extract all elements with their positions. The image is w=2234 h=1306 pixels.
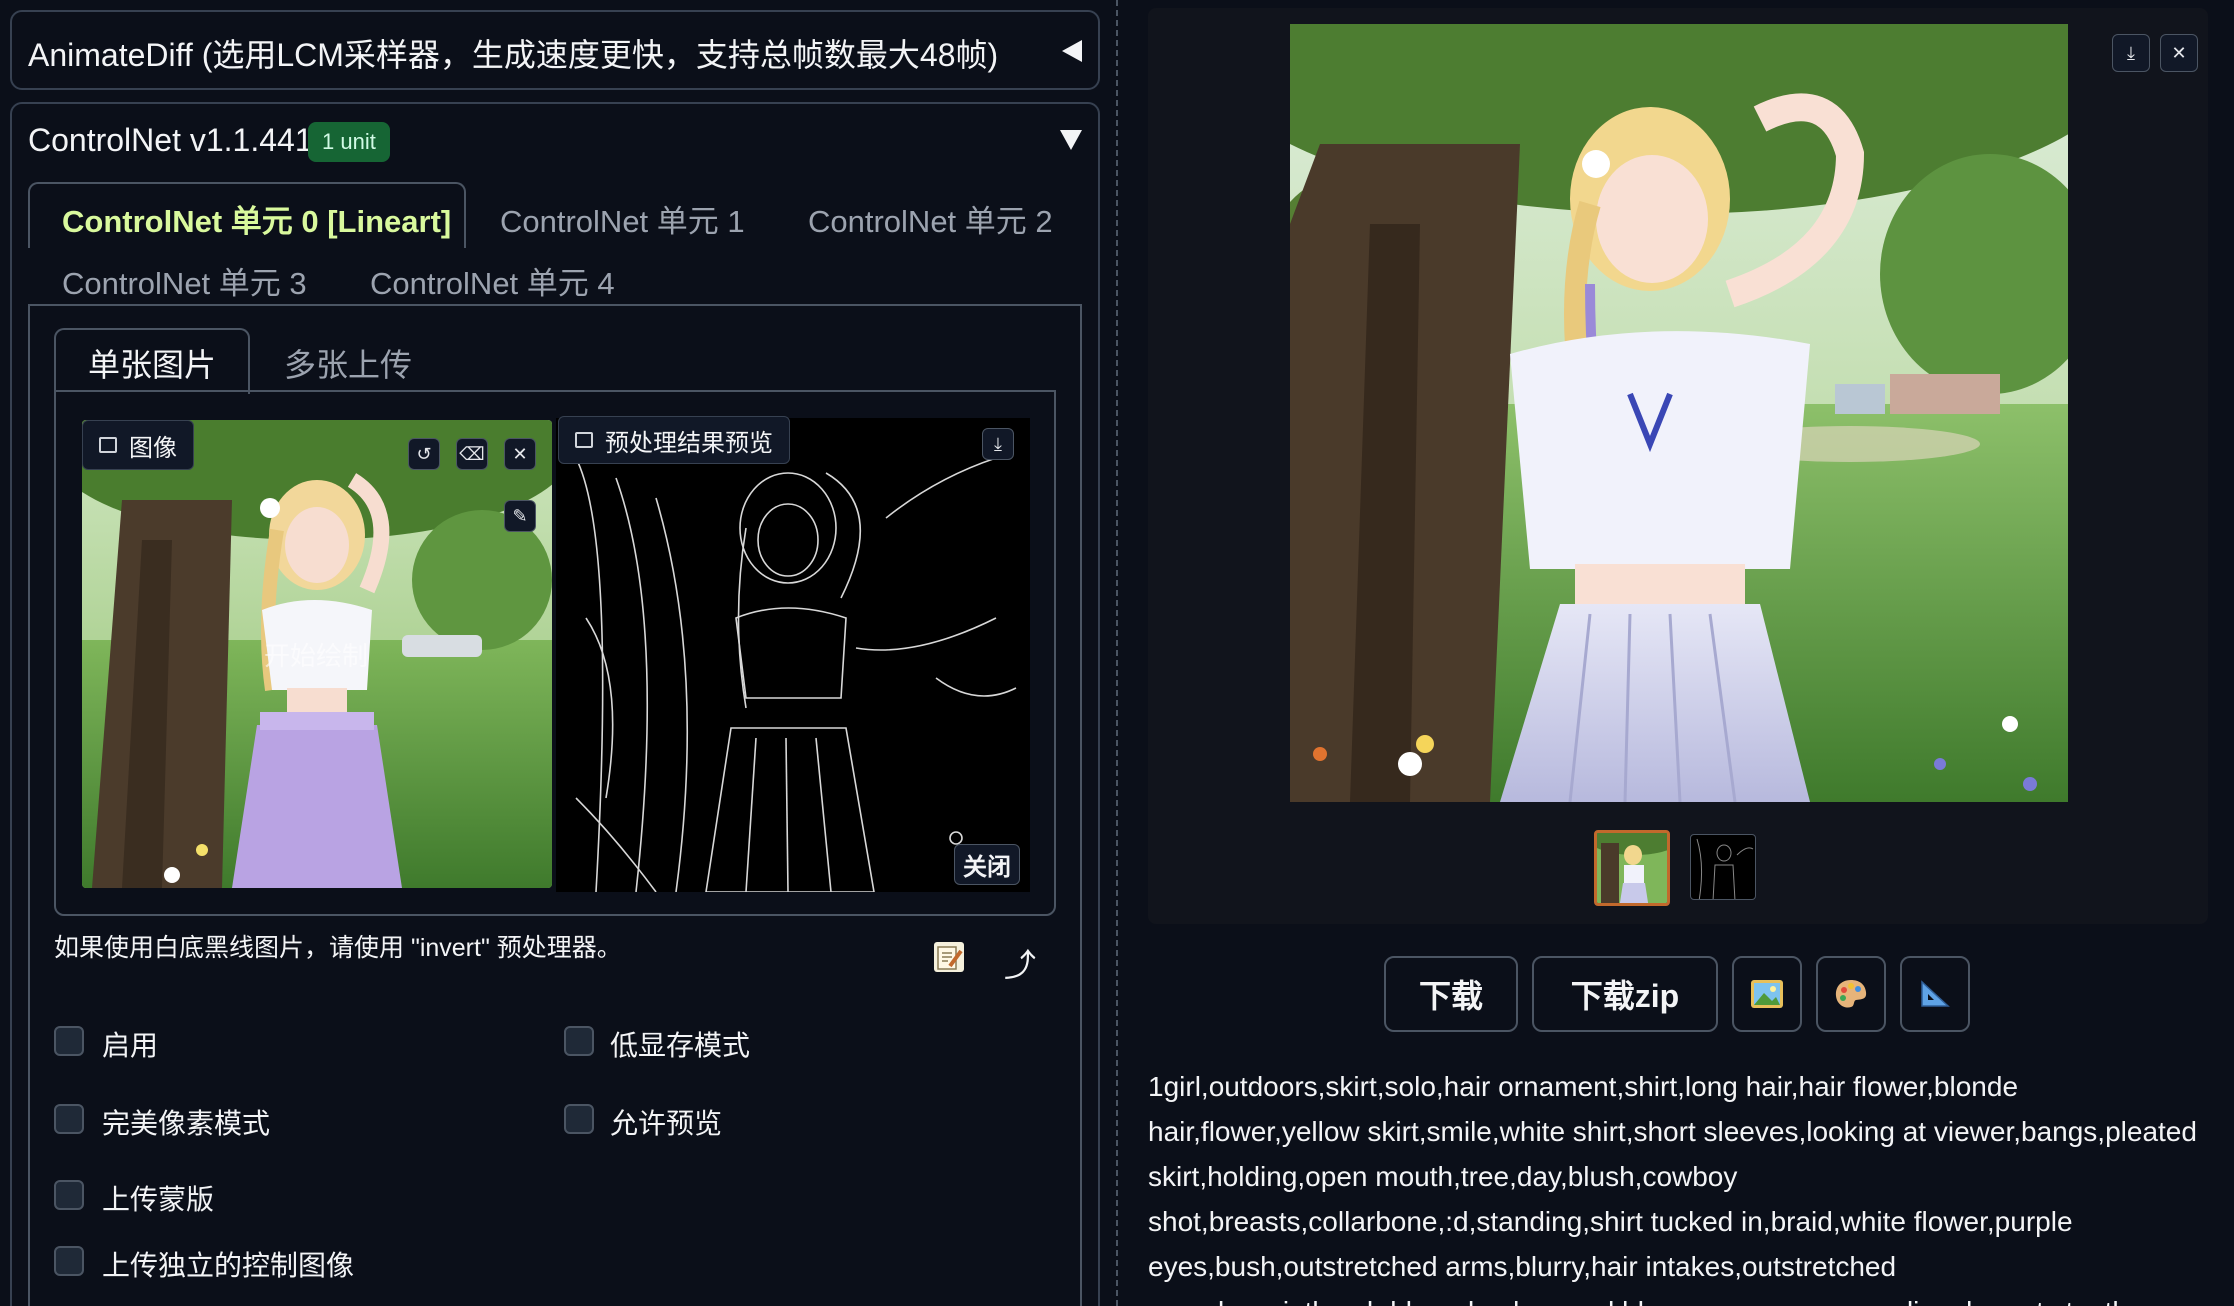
download-button[interactable]: 下载: [1384, 956, 1518, 1032]
upload-mask-label: 上传蒙版: [102, 1184, 215, 1215]
undo-icon[interactable]: ↺: [408, 438, 440, 470]
close-icon[interactable]: ✕: [2160, 34, 2198, 72]
enable-checkbox[interactable]: [54, 1026, 84, 1056]
download-zip-button[interactable]: 下载zip: [1532, 956, 1718, 1032]
collapse-left-icon[interactable]: [1062, 40, 1082, 62]
enable-label: 启用: [102, 1030, 159, 1061]
tab-unit-3[interactable]: ControlNet 单元 3: [62, 258, 307, 303]
pixel-perfect-checkbox[interactable]: [54, 1104, 84, 1134]
tab-unit-1[interactable]: ControlNet 单元 1: [500, 196, 745, 241]
panel-divider: [1116, 0, 1118, 1306]
image-icon: [575, 432, 593, 448]
brush-icon[interactable]: ✎: [504, 500, 536, 532]
unit-panel-left-border: [28, 304, 30, 1306]
thumbnail-illustration: [1597, 833, 1667, 903]
preprocessor-preview-image: [556, 418, 1030, 892]
tab-unit-0[interactable]: ControlNet 单元 0 [Lineart]: [62, 196, 451, 241]
tab-unit-2[interactable]: ControlNet 单元 2: [808, 196, 1053, 241]
edit-icon[interactable]: [934, 942, 964, 972]
image-label: 图像: [82, 420, 194, 470]
independent-control-image-checkbox[interactable]: [54, 1246, 84, 1276]
close-icon[interactable]: ✕: [504, 438, 536, 470]
preview-label: 预处理结果预览: [558, 416, 790, 464]
subtab-batch-upload[interactable]: 多张上传: [284, 340, 412, 386]
low-vram-checkbox[interactable]: [564, 1026, 594, 1056]
output-image-illustration: [1290, 24, 2068, 802]
upload-mask-checkbox[interactable]: [54, 1180, 84, 1210]
image-icon: [99, 437, 117, 453]
expand-down-icon[interactable]: [1060, 130, 1082, 150]
output-thumbnail-1[interactable]: [1690, 834, 1756, 900]
unit-panel-top-border: [28, 304, 1082, 306]
tab-unit-4[interactable]: ControlNet 单元 4: [370, 258, 615, 303]
send-to-img2img-button[interactable]: [1732, 956, 1802, 1032]
download-icon[interactable]: ⤓: [982, 428, 1014, 460]
send-to-inpaint-button[interactable]: [1816, 956, 1886, 1032]
draw-overlay-text: 开始绘制: [264, 641, 369, 671]
edit-icon-graphic: [937, 946, 963, 970]
controlnet-title: ControlNet v1.1.441: [28, 122, 313, 158]
output-image[interactable]: [1290, 24, 2068, 802]
low-vram-label: 低显存模式: [610, 1030, 751, 1061]
send-to-extras-button[interactable]: [1900, 956, 1970, 1032]
download-icon[interactable]: ⤓: [2112, 34, 2150, 72]
close-preview-button[interactable]: 关闭: [954, 844, 1020, 885]
output-thumbnail-0[interactable]: [1594, 830, 1670, 906]
palette-icon: [1835, 980, 1867, 1008]
animatediff-title: AnimateDiff (选用LCM采样器，生成速度更快，支持总帧数最大48帧): [28, 37, 999, 73]
image-label-text: 图像: [129, 434, 177, 462]
lineart-illustration: [575, 457, 1017, 892]
allow-preview-label: 允许预览: [610, 1108, 723, 1139]
invert-hint: 如果使用白底黑线图片，请使用 "invert" 预处理器。: [54, 934, 622, 962]
preview-label-text: 预处理结果预览: [605, 429, 773, 457]
allow-preview-checkbox[interactable]: [564, 1104, 594, 1134]
generation-prompt: 1girl,outdoors,skirt,solo,hair ornament,…: [1148, 1071, 2197, 1306]
thumbnail-lineart: [1696, 838, 1754, 899]
independent-control-image-label: 上传独立的控制图像: [102, 1250, 355, 1281]
subtab-single-image[interactable]: 单张图片: [88, 340, 216, 386]
image-icon: [1751, 980, 1783, 1008]
ruler-icon: [1921, 980, 1950, 1007]
unit-panel-right-border: [1080, 304, 1082, 1306]
eraser-icon[interactable]: ⌫: [456, 438, 488, 470]
pixel-perfect-label: 完美像素模式: [102, 1108, 271, 1139]
send-dimensions-icon[interactable]: ⤴: [1004, 940, 1036, 986]
animatediff-accordion[interactable]: AnimateDiff (选用LCM采样器，生成速度更快，支持总帧数最大48帧): [10, 10, 1100, 90]
unit-count-badge: 1 unit: [308, 122, 390, 162]
